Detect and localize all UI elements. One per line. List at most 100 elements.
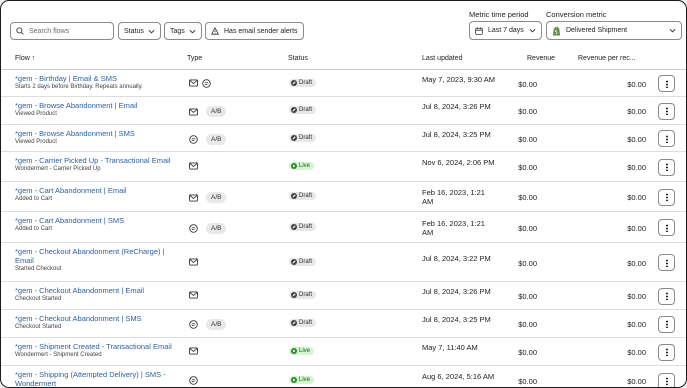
status-text: Draft xyxy=(299,223,313,230)
column-type: Type xyxy=(187,55,203,62)
status-text: Draft xyxy=(299,134,313,141)
flow-type: A/B xyxy=(189,133,227,145)
row-actions-button[interactable] xyxy=(658,102,675,120)
revenue-per-recipient-value: $0.00 xyxy=(627,292,646,301)
flow-trigger: Viewed Product xyxy=(15,139,57,145)
edit-icon xyxy=(292,321,296,325)
flow-trigger: Added to Cart xyxy=(15,226,53,232)
status-text: Draft xyxy=(299,320,313,326)
row-actions-button[interactable] xyxy=(658,372,675,387)
flow-name-link[interactable]: *gem - Checkout Abandonment (ReCharge) |… xyxy=(15,247,185,265)
conversion-metric-label: Conversion metric xyxy=(546,10,607,19)
revenue-value: $0.00 xyxy=(518,134,537,144)
flow-name-link[interactable]: *gem - Browse Abandonment | SMS xyxy=(15,129,185,138)
email-icon xyxy=(189,291,198,299)
column-revenue-per-recipient: Revenue per rec... xyxy=(578,55,636,62)
app-window: Search flows Status Tags Has email sende… xyxy=(0,0,687,388)
last-updated-value: May 7, 11:40 AM xyxy=(422,343,478,352)
table-row[interactable]: *gem - Checkout Abandonment | SMS Checkou… xyxy=(1,310,686,338)
email-icon xyxy=(189,257,198,266)
flow-type: A/B xyxy=(189,106,227,117)
flow-name-link[interactable]: *gem - Browse Abandonment | Email xyxy=(15,101,185,110)
last-updated-value: May 7, 2023, 9:30 AM xyxy=(422,74,495,84)
last-updated-value: Feb 16, 2023, 1:21 AM xyxy=(422,218,485,237)
sms-icon xyxy=(189,320,198,329)
email-alerts-label: Has email sender alerts xyxy=(224,27,298,35)
column-flow[interactable]: Flow ↑ xyxy=(15,55,35,62)
revenue-per-recipient-value: $0.00 xyxy=(627,107,646,116)
table-row[interactable]: *gem - Cart Abandonment | SMS Added to Ca… xyxy=(1,212,686,243)
search-placeholder: Search flows xyxy=(29,27,70,35)
table-row[interactable]: *gem - Carrier Picked Up - Transactional… xyxy=(1,152,686,182)
flow-trigger: Starts 2 days before Birthday. Repeats a… xyxy=(15,84,143,90)
revenue-value: $0.00 xyxy=(518,223,537,233)
draft-status-icon xyxy=(291,320,297,326)
status-badge: Draft xyxy=(289,133,317,142)
tags-filter[interactable]: Tags xyxy=(164,22,202,40)
table-row[interactable]: *gem - Checkout Abandonment | Email Check… xyxy=(1,282,686,310)
draft-status-icon xyxy=(291,223,297,230)
flow-trigger: Viewed Product xyxy=(15,111,57,117)
ab-test-badge: A/B xyxy=(206,106,227,117)
play-icon xyxy=(293,349,296,353)
edit-icon xyxy=(292,293,296,297)
row-actions-button[interactable] xyxy=(658,75,675,92)
column-last-updated: Last updated xyxy=(422,55,463,62)
flow-name-link[interactable]: *gem - Cart Abandonment | Email xyxy=(15,186,185,195)
table-header: Flow ↑ Type Status Last updated Revenue … xyxy=(1,49,686,70)
revenue-value: $0.00 xyxy=(518,292,537,301)
flow-name-link[interactable]: *gem - Checkout Abandonment | SMS xyxy=(15,314,185,323)
status-filter[interactable]: Status xyxy=(118,22,161,40)
status-badge: Draft xyxy=(289,192,317,200)
last-updated-value: Jul 8, 2024, 3:26 PM xyxy=(422,287,491,296)
more-vertical-icon xyxy=(665,320,668,328)
row-actions-button[interactable] xyxy=(658,188,675,206)
more-vertical-icon xyxy=(665,79,668,88)
warning-icon xyxy=(211,27,219,35)
live-status-icon xyxy=(291,377,297,383)
flow-trigger: Wondermert - Shipment Created xyxy=(15,352,102,358)
flow-name-link[interactable]: *gem - Cart Abandonment | SMS xyxy=(15,216,185,225)
column-status: Status xyxy=(288,55,308,62)
row-actions-button[interactable] xyxy=(658,254,675,271)
email-icon xyxy=(189,79,198,87)
flow-name-link[interactable]: *gem - Checkout Abandonment | Email xyxy=(15,286,185,295)
flow-type xyxy=(189,78,211,88)
status-badge: Draft xyxy=(289,78,317,87)
more-vertical-icon xyxy=(665,193,668,201)
search-input[interactable]: Search flows xyxy=(10,22,114,40)
revenue-per-recipient-value: $0.00 xyxy=(627,223,646,233)
conversion-metric-select[interactable]: Delivered Shipment xyxy=(546,21,682,40)
row-actions-button[interactable] xyxy=(658,219,675,236)
row-actions-button[interactable] xyxy=(658,315,675,333)
edit-icon xyxy=(292,224,296,228)
table-row[interactable]: *gem - Checkout Abandonment (ReCharge) |… xyxy=(1,243,686,282)
flow-name-link[interactable]: *gem - Carrier Picked Up - Transactional… xyxy=(15,156,185,165)
row-actions-button[interactable] xyxy=(658,343,675,361)
edit-icon xyxy=(292,80,296,84)
flow-name-link[interactable]: *gem - Birthday | Email & SMS xyxy=(15,74,185,83)
flow-trigger: Checkout Started xyxy=(15,324,62,330)
table-row[interactable]: *gem - Browse Abandonment | Email Viewed … xyxy=(1,97,686,125)
table-row[interactable]: *gem - Shipping (Attempted Delivery) | S… xyxy=(1,366,686,387)
draft-status-icon xyxy=(291,258,297,265)
flow-type xyxy=(189,347,198,355)
table-row[interactable]: *gem - Browse Abandonment | SMS Viewed Pr… xyxy=(1,125,686,152)
last-updated-value: Feb 16, 2023, 1:21 AM xyxy=(422,188,485,206)
row-actions-button[interactable] xyxy=(658,158,675,176)
row-actions-button[interactable] xyxy=(658,130,675,147)
row-actions-button[interactable] xyxy=(658,287,675,305)
table-row[interactable]: *gem - Cart Abandonment | Email Added to … xyxy=(1,182,686,212)
last-updated-value: Jul 8, 2024, 3:22 PM xyxy=(422,253,491,263)
email-alerts-filter[interactable]: Has email sender alerts xyxy=(205,22,304,40)
table-row[interactable]: *gem - Shipment Created - Transactional … xyxy=(1,338,686,366)
flow-name-link[interactable]: *gem - Shipping (Attempted Delivery) | S… xyxy=(15,370,185,387)
draft-status-icon xyxy=(291,292,297,298)
last-updated-value: Jul 8, 2024, 3:26 PM xyxy=(422,102,491,111)
more-vertical-icon xyxy=(665,258,668,267)
revenue-per-recipient-value: $0.00 xyxy=(627,258,646,268)
table-row[interactable]: *gem - Birthday | Email & SMS Starts 2 da… xyxy=(1,70,686,97)
revenue-value: $0.00 xyxy=(518,348,537,357)
metric-time-select[interactable]: Last 7 days xyxy=(469,21,542,40)
flow-name-link[interactable]: *gem - Shipment Created - Transactional … xyxy=(15,342,185,351)
